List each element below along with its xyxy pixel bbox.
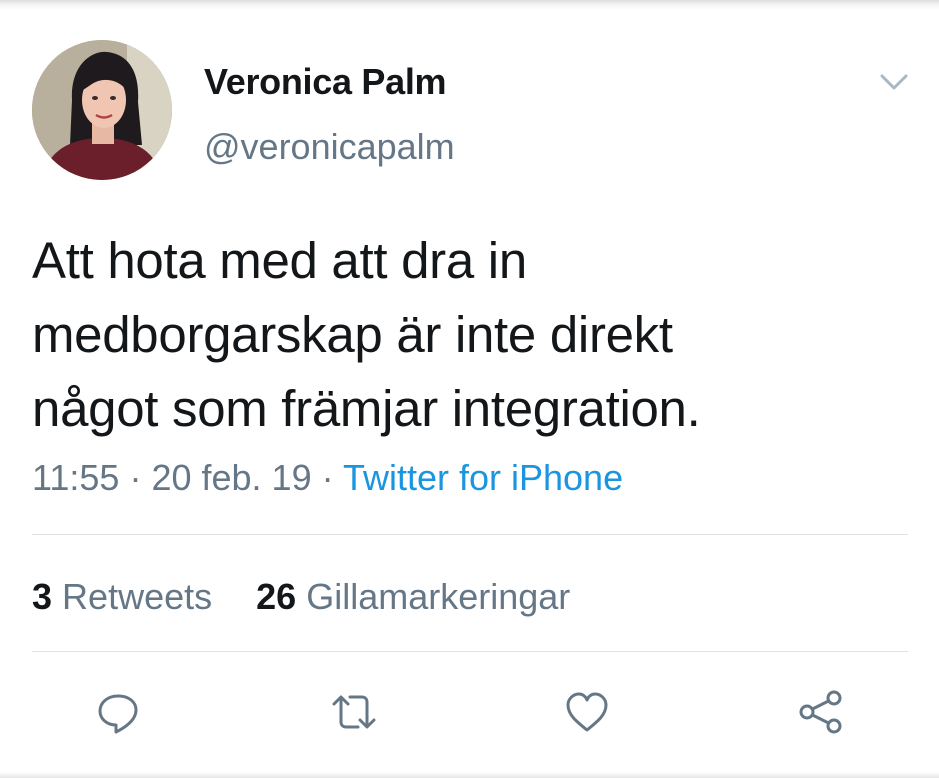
divider	[32, 534, 908, 535]
tweet-text-line: Att hota med att dra in	[32, 232, 527, 289]
avatar-portrait	[32, 40, 172, 180]
tweet-text-line: något som främjar integration.	[32, 380, 701, 437]
divider	[32, 651, 908, 652]
share-icon[interactable]	[797, 688, 845, 736]
tweet-time[interactable]: 11:55	[32, 457, 119, 498]
tweet-date[interactable]: 20 feb. 19	[151, 457, 311, 498]
tweet-stats: 3 Retweets 26 Gillamarkeringar	[32, 576, 570, 618]
meta-separator: ·	[129, 457, 142, 498]
handle[interactable]: @veronicapalm	[204, 126, 455, 168]
retweets-label: Retweets	[62, 576, 213, 617]
meta-separator: ·	[321, 457, 334, 498]
display-name[interactable]: Veronica Palm	[204, 61, 447, 103]
tweet-source-link[interactable]: Twitter for iPhone	[343, 457, 623, 498]
likes-label: Gillamarkeringar	[306, 576, 571, 617]
tweet-text-line: medborgarskap är inte direkt	[32, 306, 673, 363]
likes-count: 26	[256, 576, 297, 617]
bottom-divider	[0, 772, 939, 778]
retweets-count: 3	[32, 576, 53, 617]
reply-icon[interactable]	[94, 688, 142, 736]
retweet-icon[interactable]	[330, 688, 378, 736]
avatar[interactable]	[32, 40, 172, 180]
top-divider	[0, 0, 939, 10]
tweet-text: Att hota med att dra in medborgarskap är…	[32, 224, 912, 446]
retweets-stat[interactable]: 3 Retweets	[32, 576, 212, 617]
like-icon[interactable]	[563, 688, 611, 736]
tweet-meta: 11:55 · 20 feb. 19 · Twitter for iPhone	[32, 457, 623, 499]
chevron-down-icon[interactable]	[874, 62, 914, 102]
likes-stat[interactable]: 26 Gillamarkeringar	[256, 576, 570, 617]
